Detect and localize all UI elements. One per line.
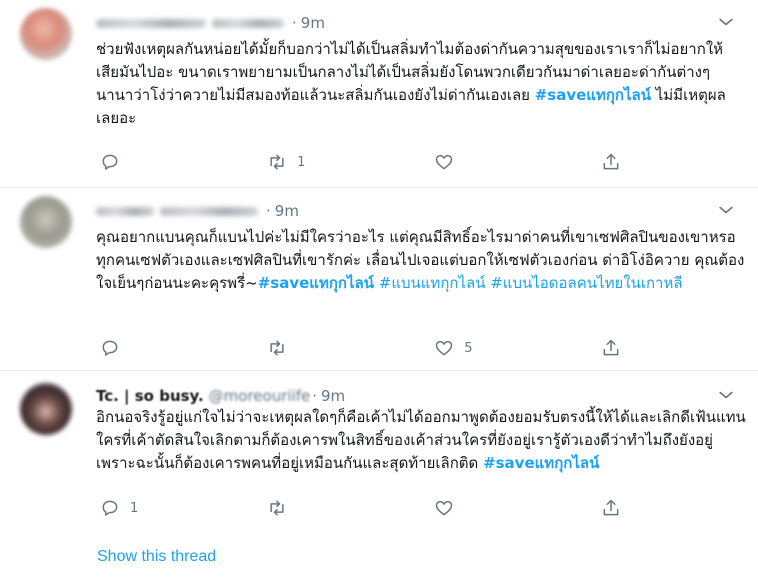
avatar[interactable]: [20, 383, 72, 435]
hashtag-link[interactable]: #saveแทกุกไลน์: [483, 454, 599, 472]
retweet-count: 1: [297, 154, 306, 170]
retweet-icon: [270, 154, 284, 170]
retweet-button[interactable]: 1: [263, 150, 430, 174]
avatar[interactable]: [20, 196, 72, 248]
hashtag-link[interactable]: #saveแทกุกไลน์: [258, 274, 374, 292]
timestamp[interactable]: 9m: [321, 387, 345, 405]
retweet-icon: [270, 340, 284, 356]
display-name[interactable]: [96, 206, 154, 216]
tweet[interactable]: Tc. | so busy. @moreouriife · 9m อิกนอจร…: [0, 371, 758, 581]
tweet-text: คุณอยากแบนคุณก็แบนไปค่ะไม่มีใครว่าอะไร แ…: [96, 228, 745, 292]
reply-button[interactable]: 1: [96, 496, 263, 520]
timestamp[interactable]: 9m: [275, 202, 299, 220]
reply-icon: [102, 340, 118, 356]
retweet-button[interactable]: [263, 336, 430, 360]
chevron-down-icon[interactable]: [716, 12, 736, 32]
tweet[interactable]: · 9m คุณอยากแบนคุณก็แบนไปค่ะไม่มีใครว่าอ…: [0, 188, 758, 371]
tweet-text: อิกนอจริงรู้อยู่แก่ใจไม่ว่าจะเหตุผลใดๆก็…: [96, 408, 746, 472]
tweet[interactable]: · 9m ช่วยฟังเหตุผลกันหน่อยได้มั้ยก็บอกว่…: [0, 0, 758, 188]
reply-icon: [102, 500, 118, 516]
display-name[interactable]: [96, 18, 206, 28]
share-icon: [603, 339, 619, 356]
display-name[interactable]: Tc. | so busy.: [96, 387, 204, 405]
like-button[interactable]: 5: [430, 336, 597, 360]
avatar[interactable]: [20, 8, 72, 60]
tweet-text: ช่วยฟังเหตุผลกันหน่อยได้มั้ยก็บอกว่าไม่ไ…: [96, 40, 726, 127]
tweet-feed: · 9m ช่วยฟังเหตุผลกันหน่อยได้มั้ยก็บอกว่…: [0, 0, 758, 581]
share-button[interactable]: [597, 150, 636, 174]
tweet-actions: 5: [96, 336, 636, 360]
share-button[interactable]: [597, 336, 636, 360]
timestamp[interactable]: 9m: [301, 14, 325, 32]
reply-icon: [102, 154, 118, 170]
retweet-button[interactable]: [263, 496, 430, 520]
tweet-header: · 9m: [96, 201, 299, 221]
like-button[interactable]: [430, 150, 597, 174]
heart-icon: [436, 340, 453, 356]
heart-icon: [436, 154, 453, 170]
user-handle[interactable]: [212, 18, 284, 28]
show-thread-link[interactable]: Show this thread: [97, 548, 216, 566]
hashtag-link[interactable]: #saveแทกุกไลน์: [535, 86, 651, 104]
share-button[interactable]: [597, 496, 636, 520]
tweet-header: Tc. | so busy. @moreouriife · 9m: [96, 387, 346, 405]
chevron-down-icon[interactable]: [716, 385, 736, 405]
retweet-icon: [270, 500, 284, 516]
tweet-header: · 9m: [96, 13, 325, 33]
reply-button[interactable]: [96, 150, 263, 174]
tweet-actions: 1: [96, 150, 636, 174]
reply-count: 1: [130, 500, 139, 516]
share-icon: [603, 499, 619, 516]
chevron-down-icon[interactable]: [716, 200, 736, 220]
user-handle[interactable]: @moreouriife: [209, 387, 311, 405]
reply-button[interactable]: [96, 336, 263, 360]
heart-icon: [436, 500, 453, 516]
share-icon: [603, 153, 619, 170]
hashtag-links[interactable]: #แบนแทกุกไลน์ #แบนไอดอลคนไทยในเกาหลี: [374, 274, 683, 292]
tweet-actions: 1: [96, 496, 636, 520]
like-count: 5: [464, 340, 473, 356]
like-button[interactable]: [430, 496, 597, 520]
user-handle[interactable]: [160, 206, 258, 216]
